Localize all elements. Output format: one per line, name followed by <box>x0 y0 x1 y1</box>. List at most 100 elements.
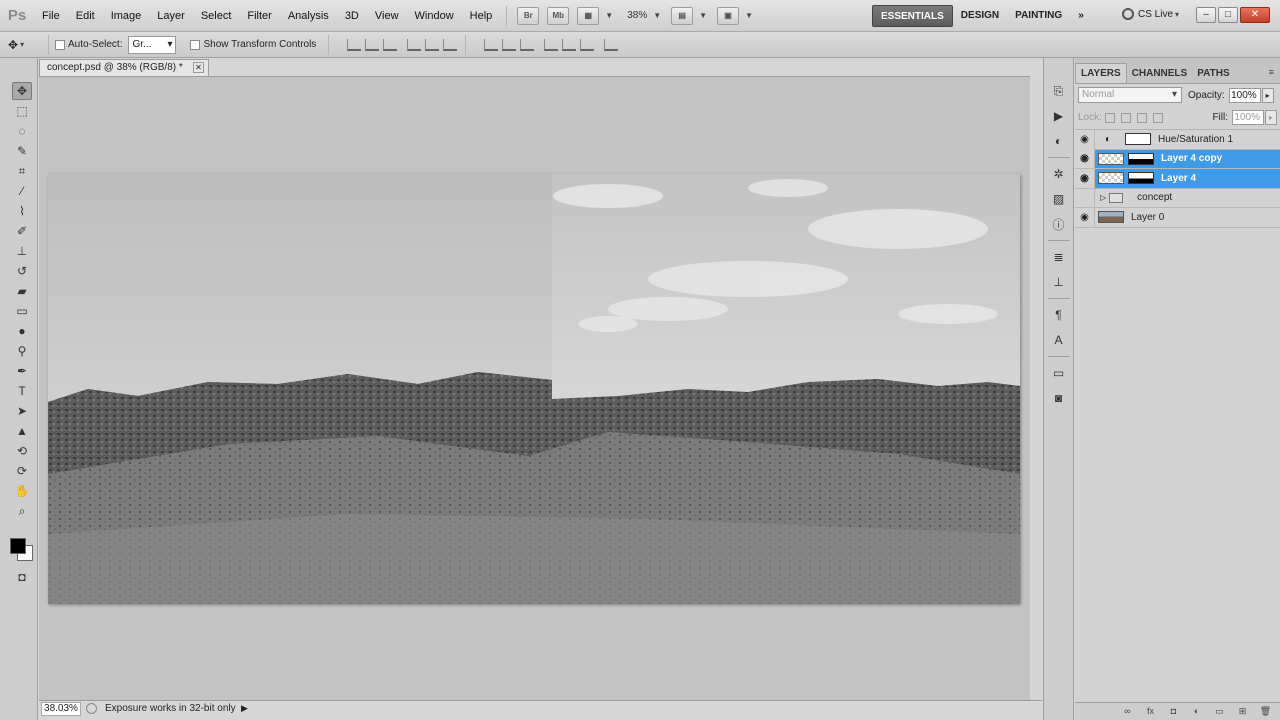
workspace-design[interactable]: DESIGN <box>953 5 1007 27</box>
add-mask-icon[interactable]: ◘ <box>1167 706 1180 717</box>
opacity-slider-arrow-icon[interactable]: ▸ <box>1261 87 1274 103</box>
distribute-right-icon[interactable] <box>580 38 595 51</box>
3d-orbit-tool-icon[interactable]: ⟳ <box>12 462 32 480</box>
workspace-essentials[interactable]: ESSENTIALS <box>872 5 953 27</box>
actions-panel-icon[interactable]: ▶ <box>1050 107 1068 125</box>
vertical-scrollbar[interactable] <box>1030 76 1042 700</box>
history-panel-icon[interactable]: ⎘ <box>1050 82 1068 100</box>
tab-paths[interactable]: PATHS <box>1192 64 1234 83</box>
layer-row-layer-4[interactable]: ◉ Layer 4 <box>1075 168 1280 189</box>
workspace-painting[interactable]: PAINTING <box>1007 5 1070 27</box>
hand-tool-icon[interactable]: ✋ <box>12 482 32 500</box>
distribute-hcenter-icon[interactable] <box>562 38 577 51</box>
menu-window[interactable]: Window <box>407 0 462 32</box>
chevron-down-icon[interactable]: ▼ <box>605 11 613 20</box>
expand-triangle-icon[interactable]: ▷ <box>1100 193 1106 202</box>
menu-view[interactable]: View <box>367 0 407 32</box>
crop-tool-icon[interactable]: ⌗ <box>12 162 32 180</box>
align-hcenter-icon[interactable] <box>425 38 440 51</box>
menu-file[interactable]: File <box>34 0 68 32</box>
distribute-bottom-icon[interactable] <box>520 38 535 51</box>
eraser-tool-icon[interactable]: ▰ <box>12 282 32 300</box>
lock-all-icon[interactable] <box>1152 112 1163 123</box>
3d-panel-icon[interactable]: ✲ <box>1050 165 1068 183</box>
lock-transparency-icon[interactable] <box>1104 112 1115 123</box>
measurement-panel-icon[interactable]: ◙ <box>1050 389 1068 407</box>
link-layers-icon[interactable]: ∞ <box>1121 706 1134 717</box>
3d-rotate-tool-icon[interactable]: ⟲ <box>12 442 32 460</box>
foreground-color-swatch[interactable] <box>10 538 26 554</box>
type-tool-icon[interactable]: T <box>12 382 32 400</box>
pen-tool-icon[interactable]: ✒ <box>12 362 32 380</box>
shape-tool-icon[interactable]: ▲ <box>12 422 32 440</box>
gradient-tool-icon[interactable]: ▭ <box>12 302 32 320</box>
layer-style-icon[interactable]: fx <box>1144 706 1157 717</box>
eye-icon[interactable]: ◉ <box>1075 207 1095 227</box>
align-left-icon[interactable] <box>407 38 422 51</box>
eye-toggle-empty[interactable] <box>1075 188 1095 208</box>
lock-pixels-icon[interactable] <box>1120 112 1131 123</box>
menu-edit[interactable]: Edit <box>68 0 103 32</box>
lasso-tool-icon[interactable]: ◌ <box>12 122 32 140</box>
panel-menu-icon[interactable]: ≡ <box>1269 67 1274 77</box>
chevron-down-icon[interactable]: ▼ <box>699 11 707 20</box>
quick-select-tool-icon[interactable]: ✎ <box>12 142 32 160</box>
layer-row-layer-4-copy[interactable]: ◉ Layer 4 copy <box>1075 149 1280 169</box>
layer-row-hue-saturation[interactable]: ◉ ◐ Hue/Saturation 1 <box>1075 129 1280 150</box>
cs-live-button[interactable]: CS Live ▾ <box>1122 8 1179 20</box>
dodge-tool-icon[interactable]: ⚲ <box>12 342 32 360</box>
menu-layer[interactable]: Layer <box>149 0 193 32</box>
fill-field[interactable]: 100% <box>1232 110 1264 125</box>
info-panel-icon[interactable]: ⓘ <box>1050 215 1068 233</box>
menu-help[interactable]: Help <box>462 0 501 32</box>
path-select-tool-icon[interactable]: ➤ <box>12 402 32 420</box>
minimize-button[interactable]: – <box>1196 7 1216 23</box>
layer-mask-thumbnail[interactable] <box>1128 152 1154 165</box>
eye-icon[interactable]: ◉ <box>1075 149 1095 169</box>
auto-select-dropdown[interactable]: Gr... <box>128 35 177 54</box>
align-right-icon[interactable] <box>443 38 458 51</box>
color-panel-icon[interactable]: ◐ <box>1050 132 1068 150</box>
animation-panel-icon[interactable]: ▭ <box>1050 364 1068 382</box>
auto-select-checkbox[interactable] <box>55 39 65 50</box>
canvas-image[interactable] <box>48 174 1020 604</box>
quick-mask-icon[interactable]: ◘ <box>12 568 32 586</box>
screen-mode-button[interactable]: ▣ <box>717 6 740 25</box>
character-panel-icon[interactable]: A <box>1050 331 1068 349</box>
opacity-field[interactable]: 100% <box>1228 87 1261 103</box>
tab-channels[interactable]: CHANNELS <box>1127 64 1193 83</box>
document-tab[interactable]: concept.psd @ 38% (RGB/8) * ✕ <box>39 59 209 76</box>
new-layer-icon[interactable]: ⊞ <box>1236 706 1249 717</box>
layer-mask-thumbnail[interactable] <box>1125 133 1151 146</box>
distribute-vcenter-icon[interactable] <box>502 38 517 51</box>
menu-3d[interactable]: 3D <box>337 0 367 32</box>
eyedropper-tool-icon[interactable]: ⁄ <box>12 182 32 200</box>
tool-preset-picker[interactable]: ✥ ▾ <box>8 38 42 52</box>
distribute-left-icon[interactable] <box>544 38 559 51</box>
adjustment-layer-icon[interactable]: ◐ <box>1190 706 1203 717</box>
menu-image[interactable]: Image <box>103 0 150 32</box>
paragraph-panel-icon[interactable]: ¶ <box>1050 306 1068 324</box>
fill-slider-arrow-icon[interactable]: ▸ <box>1265 110 1277 125</box>
extras-button[interactable]: ▦ <box>577 6 600 25</box>
move-tool-icon[interactable]: ✥ <box>12 82 32 100</box>
layer-mask-thumbnail[interactable] <box>1128 172 1154 185</box>
menu-select[interactable]: Select <box>193 0 240 32</box>
chevron-down-icon[interactable]: ▼ <box>653 11 661 20</box>
arrange-documents-button[interactable]: ▤ <box>671 6 694 25</box>
zoom-tool-icon[interactable]: ⌕ <box>12 502 32 520</box>
brush-tool-icon[interactable]: ✐ <box>12 222 32 240</box>
close-button[interactable]: ✕ <box>1240 7 1270 23</box>
chevron-down-icon[interactable]: ▼ <box>745 11 753 20</box>
healing-brush-tool-icon[interactable]: ⌇ <box>12 202 32 220</box>
status-menu-arrow-icon[interactable]: ▶ <box>241 703 248 714</box>
blur-tool-icon[interactable]: ● <box>12 322 32 340</box>
mini-bridge-button[interactable]: Mb <box>547 6 570 25</box>
tab-layers[interactable]: LAYERS <box>1075 63 1127 83</box>
align-top-icon[interactable] <box>347 38 362 51</box>
menu-filter[interactable]: Filter <box>239 0 279 32</box>
menu-analysis[interactable]: Analysis <box>280 0 337 32</box>
status-zoom-field[interactable]: 38.03% <box>41 701 81 716</box>
align-vcenter-icon[interactable] <box>365 38 380 51</box>
history-brush-tool-icon[interactable]: ↺ <box>12 262 32 280</box>
